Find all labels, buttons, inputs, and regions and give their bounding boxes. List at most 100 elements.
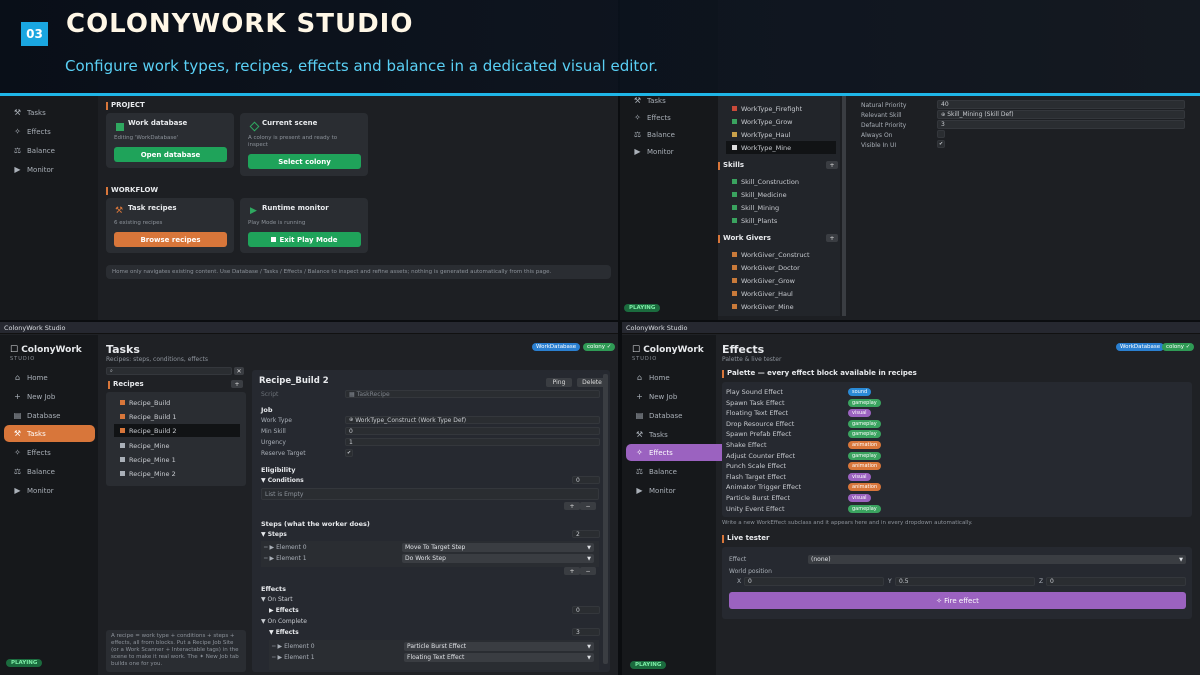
list-item[interactable]: WorkGiver_Mine [726, 300, 836, 313]
on-start-foldout[interactable]: ▼ On Start [261, 596, 293, 603]
nav-database[interactable]: ▤ Database [0, 407, 96, 424]
list-item[interactable]: Recipe_Build 1 [114, 410, 240, 423]
open-database-button[interactable]: Open database [114, 147, 227, 162]
nav-home[interactable]: ⌂ Home [0, 369, 96, 386]
effect-palette-item[interactable]: Punch Scale Effect [726, 462, 786, 470]
list-item-selected[interactable]: Recipe_Build 2 [114, 424, 240, 437]
nav-tasks[interactable]: ⚒ Tasks [4, 425, 95, 442]
effect-palette-item[interactable]: Drop Resource Effect [726, 420, 794, 428]
remove-condition-button[interactable]: − [580, 502, 596, 510]
recipe-search-input[interactable]: ⌕ [106, 367, 232, 375]
nav-monitor[interactable]: ▶ Monitor [622, 482, 718, 499]
effect-palette-item[interactable]: Particle Burst Effect [726, 494, 790, 502]
effect-palette-item[interactable]: Unity Event Effect [726, 505, 785, 513]
step-type-dropdown[interactable]: Do Work Step ▼ [402, 554, 594, 563]
nav-effects[interactable]: ✧ Effects [0, 444, 96, 461]
natural-priority-field[interactable]: 40 [937, 100, 1185, 109]
default-priority-field[interactable]: 3 [937, 120, 1185, 129]
add-recipe-button[interactable]: + [231, 380, 243, 388]
on-complete-foldout[interactable]: ▼ On Complete [261, 618, 307, 625]
list-item[interactable]: Recipe_Mine 1 [114, 453, 240, 466]
start-effects-count[interactable]: 0 [572, 606, 600, 614]
list-item[interactable]: Recipe_Build [114, 396, 240, 409]
conditions-foldout[interactable]: ▼ Conditions [261, 477, 304, 484]
editor-tab[interactable]: ColonyWork Studio [622, 322, 1200, 334]
effect-type-dropdown[interactable]: Floating Text Effect ▼ [404, 653, 594, 662]
nav-home[interactable]: ⌂ Home [622, 369, 718, 386]
list-item[interactable]: Skill_Medicine [726, 188, 836, 201]
list-item[interactable]: WorkGiver_Grow [726, 274, 836, 287]
nav-effects[interactable]: ✧ Effects [0, 123, 96, 140]
z-field[interactable]: 0 [1046, 577, 1186, 586]
effect-palette-item[interactable]: Floating Text Effect [726, 409, 788, 417]
nav-balance[interactable]: ⚖ Balance [620, 126, 716, 143]
steps-foldout[interactable]: ▼ Steps [261, 531, 287, 538]
fire-effect-button[interactable]: ✧ Fire effect [729, 592, 1186, 609]
list-item[interactable]: WorkType_Grow [726, 115, 836, 128]
relevant-skill-field[interactable]: ⊕ Skill_Mining (Skill Def) [937, 110, 1185, 119]
effect-palette-item[interactable]: Spawn Prefab Effect [726, 430, 791, 438]
start-effects-foldout[interactable]: ▶ Effects [269, 607, 299, 614]
effect-type-dropdown[interactable]: Particle Burst Effect ▼ [404, 642, 594, 651]
step-row[interactable]: ═ ▶ Element 0 [264, 544, 307, 551]
nav-balance[interactable]: ⚖ Balance [0, 463, 96, 480]
list-item[interactable]: Skill_Mining [726, 201, 836, 214]
effect-row[interactable]: ═ ▶ Element 1 [272, 654, 315, 661]
always-on-checkbox[interactable] [937, 130, 945, 138]
effect-palette-item[interactable]: Flash Target Effect [726, 473, 786, 481]
list-item[interactable]: WorkGiver_Construct [726, 248, 836, 261]
list-item[interactable]: WorkGiver_Doctor [726, 261, 836, 274]
remove-step-button[interactable]: − [580, 567, 596, 575]
nav-monitor[interactable]: ▶ Monitor [620, 143, 716, 160]
add-condition-button[interactable]: + [564, 502, 580, 510]
detail-scrollbar[interactable] [603, 374, 608, 664]
add-skill-button[interactable]: + [826, 161, 838, 169]
database-pill[interactable]: WorkDatabase [1116, 343, 1165, 351]
list-item[interactable]: WorkType_Firefight [726, 102, 836, 115]
effect-palette-item[interactable]: Adjust Counter Effect [726, 452, 795, 460]
effect-palette-item[interactable]: Animator Trigger Effect [726, 483, 801, 491]
nav-effects[interactable]: ✧ Effects [626, 444, 733, 461]
min-skill-field[interactable]: 0 [345, 427, 600, 435]
nav-new-job[interactable]: + New Job [0, 388, 96, 405]
effect-select-dropdown[interactable]: (none) ▼ [808, 555, 1186, 564]
list-item[interactable]: Skill_Plants [726, 214, 836, 227]
colony-pill[interactable]: colony ✓ [583, 343, 616, 351]
list-item[interactable]: Skill_Construction [726, 175, 836, 188]
urgency-field[interactable]: 1 [345, 438, 600, 446]
effect-palette-item[interactable]: Play Sound Effect [726, 388, 783, 396]
exit-play-mode-button[interactable]: Exit Play Mode [248, 232, 361, 247]
ping-button[interactable]: Ping [546, 378, 572, 387]
nav-balance[interactable]: ⚖ Balance [0, 142, 96, 159]
nav-monitor[interactable]: ▶ Monitor [0, 161, 96, 178]
list-item[interactable]: Recipe_Mine [114, 439, 240, 452]
nav-tasks[interactable]: ⚒ Tasks [622, 426, 718, 443]
steps-count[interactable]: 2 [572, 530, 600, 538]
complete-effects-count[interactable]: 3 [572, 628, 600, 636]
nav-new-job[interactable]: + New Job [622, 388, 718, 405]
editor-tab[interactable]: ColonyWork Studio [0, 322, 618, 334]
conditions-count[interactable]: 0 [572, 476, 600, 484]
effect-palette-item[interactable]: Shake Effect [726, 441, 767, 449]
list-item-selected[interactable]: WorkType_Mine [726, 141, 836, 154]
nav-tasks[interactable]: ⚒ Tasks [0, 104, 96, 121]
colony-pill[interactable]: colony ✓ [1162, 343, 1195, 351]
nav-database[interactable]: ▤ Database [622, 407, 718, 424]
list-item[interactable]: WorkGiver_Haul [726, 287, 836, 300]
browse-recipes-button[interactable]: Browse recipes [114, 232, 227, 247]
list-scrollbar[interactable] [842, 96, 846, 316]
effect-row[interactable]: ═ ▶ Element 0 [272, 643, 315, 650]
complete-effects-foldout[interactable]: ▼ Effects [269, 629, 299, 636]
step-type-dropdown[interactable]: Move To Target Step ▼ [402, 543, 594, 552]
add-step-button[interactable]: + [564, 567, 580, 575]
visible-in-ui-checkbox[interactable]: ✔ [937, 140, 945, 148]
step-row[interactable]: ═ ▶ Element 1 [264, 555, 307, 562]
nav-monitor[interactable]: ▶ Monitor [0, 482, 96, 499]
database-pill[interactable]: WorkDatabase [532, 343, 581, 351]
select-colony-button[interactable]: Select colony [248, 154, 361, 169]
list-item[interactable]: Recipe_Mine 2 [114, 467, 240, 480]
nav-effects[interactable]: ✧ Effects [620, 109, 716, 126]
y-field[interactable]: 0.5 [895, 577, 1035, 586]
x-field[interactable]: 0 [744, 577, 884, 586]
nav-balance[interactable]: ⚖ Balance [622, 463, 718, 480]
